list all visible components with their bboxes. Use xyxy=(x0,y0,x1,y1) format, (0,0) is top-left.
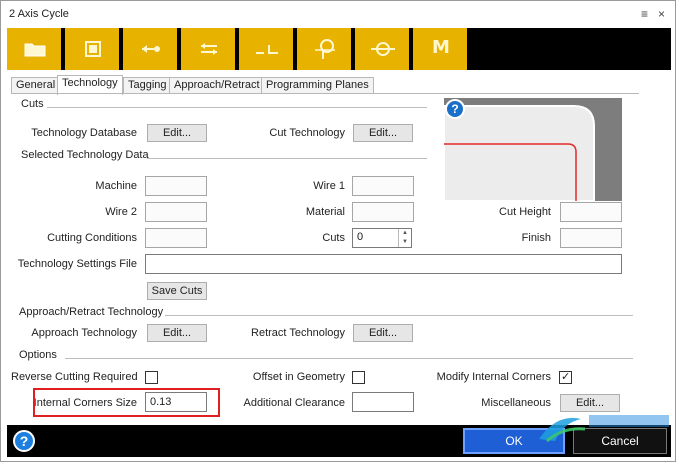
cancel-button[interactable]: Cancel xyxy=(573,428,667,454)
reverse-cutting-checkbox[interactable] xyxy=(145,371,158,384)
reverse-cutting-label: Reverse Cutting Required xyxy=(11,371,138,383)
p-curve-icon xyxy=(315,39,335,59)
checkmark-icon: ✓ xyxy=(561,371,571,383)
save-cuts-button[interactable]: Save Cuts xyxy=(147,282,207,300)
corner-path-icon xyxy=(256,45,278,54)
group-title-options: Options xyxy=(19,349,57,361)
folder-icon xyxy=(24,43,46,57)
help-question-icon[interactable]: ? xyxy=(445,99,465,119)
cuts-stepper[interactable]: 0 ▲ ▼ xyxy=(352,228,412,248)
m-letter-icon: M xyxy=(432,37,450,58)
group-title-selected: Selected Technology Data xyxy=(21,149,149,161)
cut-height-field xyxy=(560,202,622,222)
toolbar-button-square[interactable] xyxy=(65,28,121,70)
offset-geometry-label: Offset in Geometry xyxy=(252,371,345,383)
separator xyxy=(147,158,427,159)
machine-label: Machine xyxy=(95,180,137,192)
settings-file-label: Technology Settings File xyxy=(17,258,137,270)
stepper-arrows-icon[interactable]: ▲ ▼ xyxy=(398,229,411,247)
toolbar-button-folder[interactable] xyxy=(7,28,63,70)
square-frame-icon xyxy=(85,41,101,57)
tab-general[interactable]: General xyxy=(11,77,61,94)
tab-technology[interactable]: Technology xyxy=(57,75,123,95)
modify-corners-label: Modify Internal Corners xyxy=(436,371,551,383)
additional-clearance-label: Additional Clearance xyxy=(243,397,345,409)
wire1-label: Wire 1 xyxy=(313,180,345,192)
wire2-field xyxy=(145,202,207,222)
menu-icon[interactable]: ≡ xyxy=(641,7,648,21)
toolbar-button-approach[interactable] xyxy=(123,28,179,70)
title-bar: 2 Axis Cycle ≡ × xyxy=(1,1,675,27)
tech-db-label: Technology Database xyxy=(31,127,137,139)
highlight-box xyxy=(33,388,220,417)
tech-db-edit-button[interactable]: Edit... xyxy=(147,124,207,142)
tab-programming-planes[interactable]: Programming Planes xyxy=(261,77,374,94)
circle-line-icon xyxy=(371,42,395,56)
material-field xyxy=(352,202,414,222)
window-title: 2 Axis Cycle xyxy=(9,8,69,20)
additional-clearance-field[interactable] xyxy=(352,392,414,412)
miscellaneous-label: Miscellaneous xyxy=(481,397,551,409)
dialog-window: 2 Axis Cycle ≡ × M General Technology Ta… xyxy=(0,0,676,462)
retract-tech-edit-button[interactable]: Edit... xyxy=(353,324,413,342)
cut-tech-edit-button[interactable]: Edit... xyxy=(353,124,413,142)
cut-tech-label: Cut Technology xyxy=(269,127,345,139)
cutting-conditions-field xyxy=(145,228,207,248)
separator xyxy=(47,107,427,108)
toolbar-button-swap[interactable] xyxy=(181,28,237,70)
arrows-swap-icon xyxy=(201,43,217,55)
tab-tagging[interactable]: Tagging xyxy=(123,77,172,94)
ok-button[interactable]: OK xyxy=(463,428,565,454)
separator xyxy=(65,358,633,359)
machine-field xyxy=(145,176,207,196)
toolbar-button-circle[interactable] xyxy=(355,28,411,70)
approach-tech-edit-button[interactable]: Edit... xyxy=(147,324,207,342)
separator xyxy=(165,315,633,316)
wire1-field xyxy=(352,176,414,196)
group-title-cuts: Cuts xyxy=(21,98,44,110)
offset-geometry-checkbox[interactable] xyxy=(352,371,365,384)
finish-field xyxy=(560,228,622,248)
retract-tech-label: Retract Technology xyxy=(251,327,345,339)
tab-approach-retract[interactable]: Approach/Retract xyxy=(169,77,265,94)
toolbar-button-m[interactable]: M xyxy=(413,28,469,70)
cuts-label: Cuts xyxy=(322,232,345,244)
approach-tech-label: Approach Technology xyxy=(31,327,137,339)
toolbar-button-corner[interactable] xyxy=(239,28,295,70)
close-icon[interactable]: × xyxy=(658,7,665,21)
wire2-label: Wire 2 xyxy=(105,206,137,218)
modify-corners-checkbox[interactable]: ✓ xyxy=(559,371,572,384)
toolpath-preview-image: ? xyxy=(444,98,622,201)
cuts-value: 0 xyxy=(357,231,364,243)
finish-label: Finish xyxy=(521,232,551,244)
toolbar: M xyxy=(7,28,671,70)
bottom-bar: ? OK Cancel xyxy=(7,425,671,457)
settings-file-field[interactable] xyxy=(145,254,622,274)
material-label: Material xyxy=(305,206,345,218)
cutting-conditions-label: Cutting Conditions xyxy=(47,232,137,244)
group-title-approach: Approach/Retract Technology xyxy=(19,306,164,318)
cut-height-label: Cut Height xyxy=(499,206,551,218)
toolbar-button-curve[interactable] xyxy=(297,28,353,70)
miscellaneous-edit-button[interactable]: Edit... xyxy=(560,394,620,412)
help-icon[interactable]: ? xyxy=(13,430,35,452)
arrow-left-icon xyxy=(142,45,160,53)
